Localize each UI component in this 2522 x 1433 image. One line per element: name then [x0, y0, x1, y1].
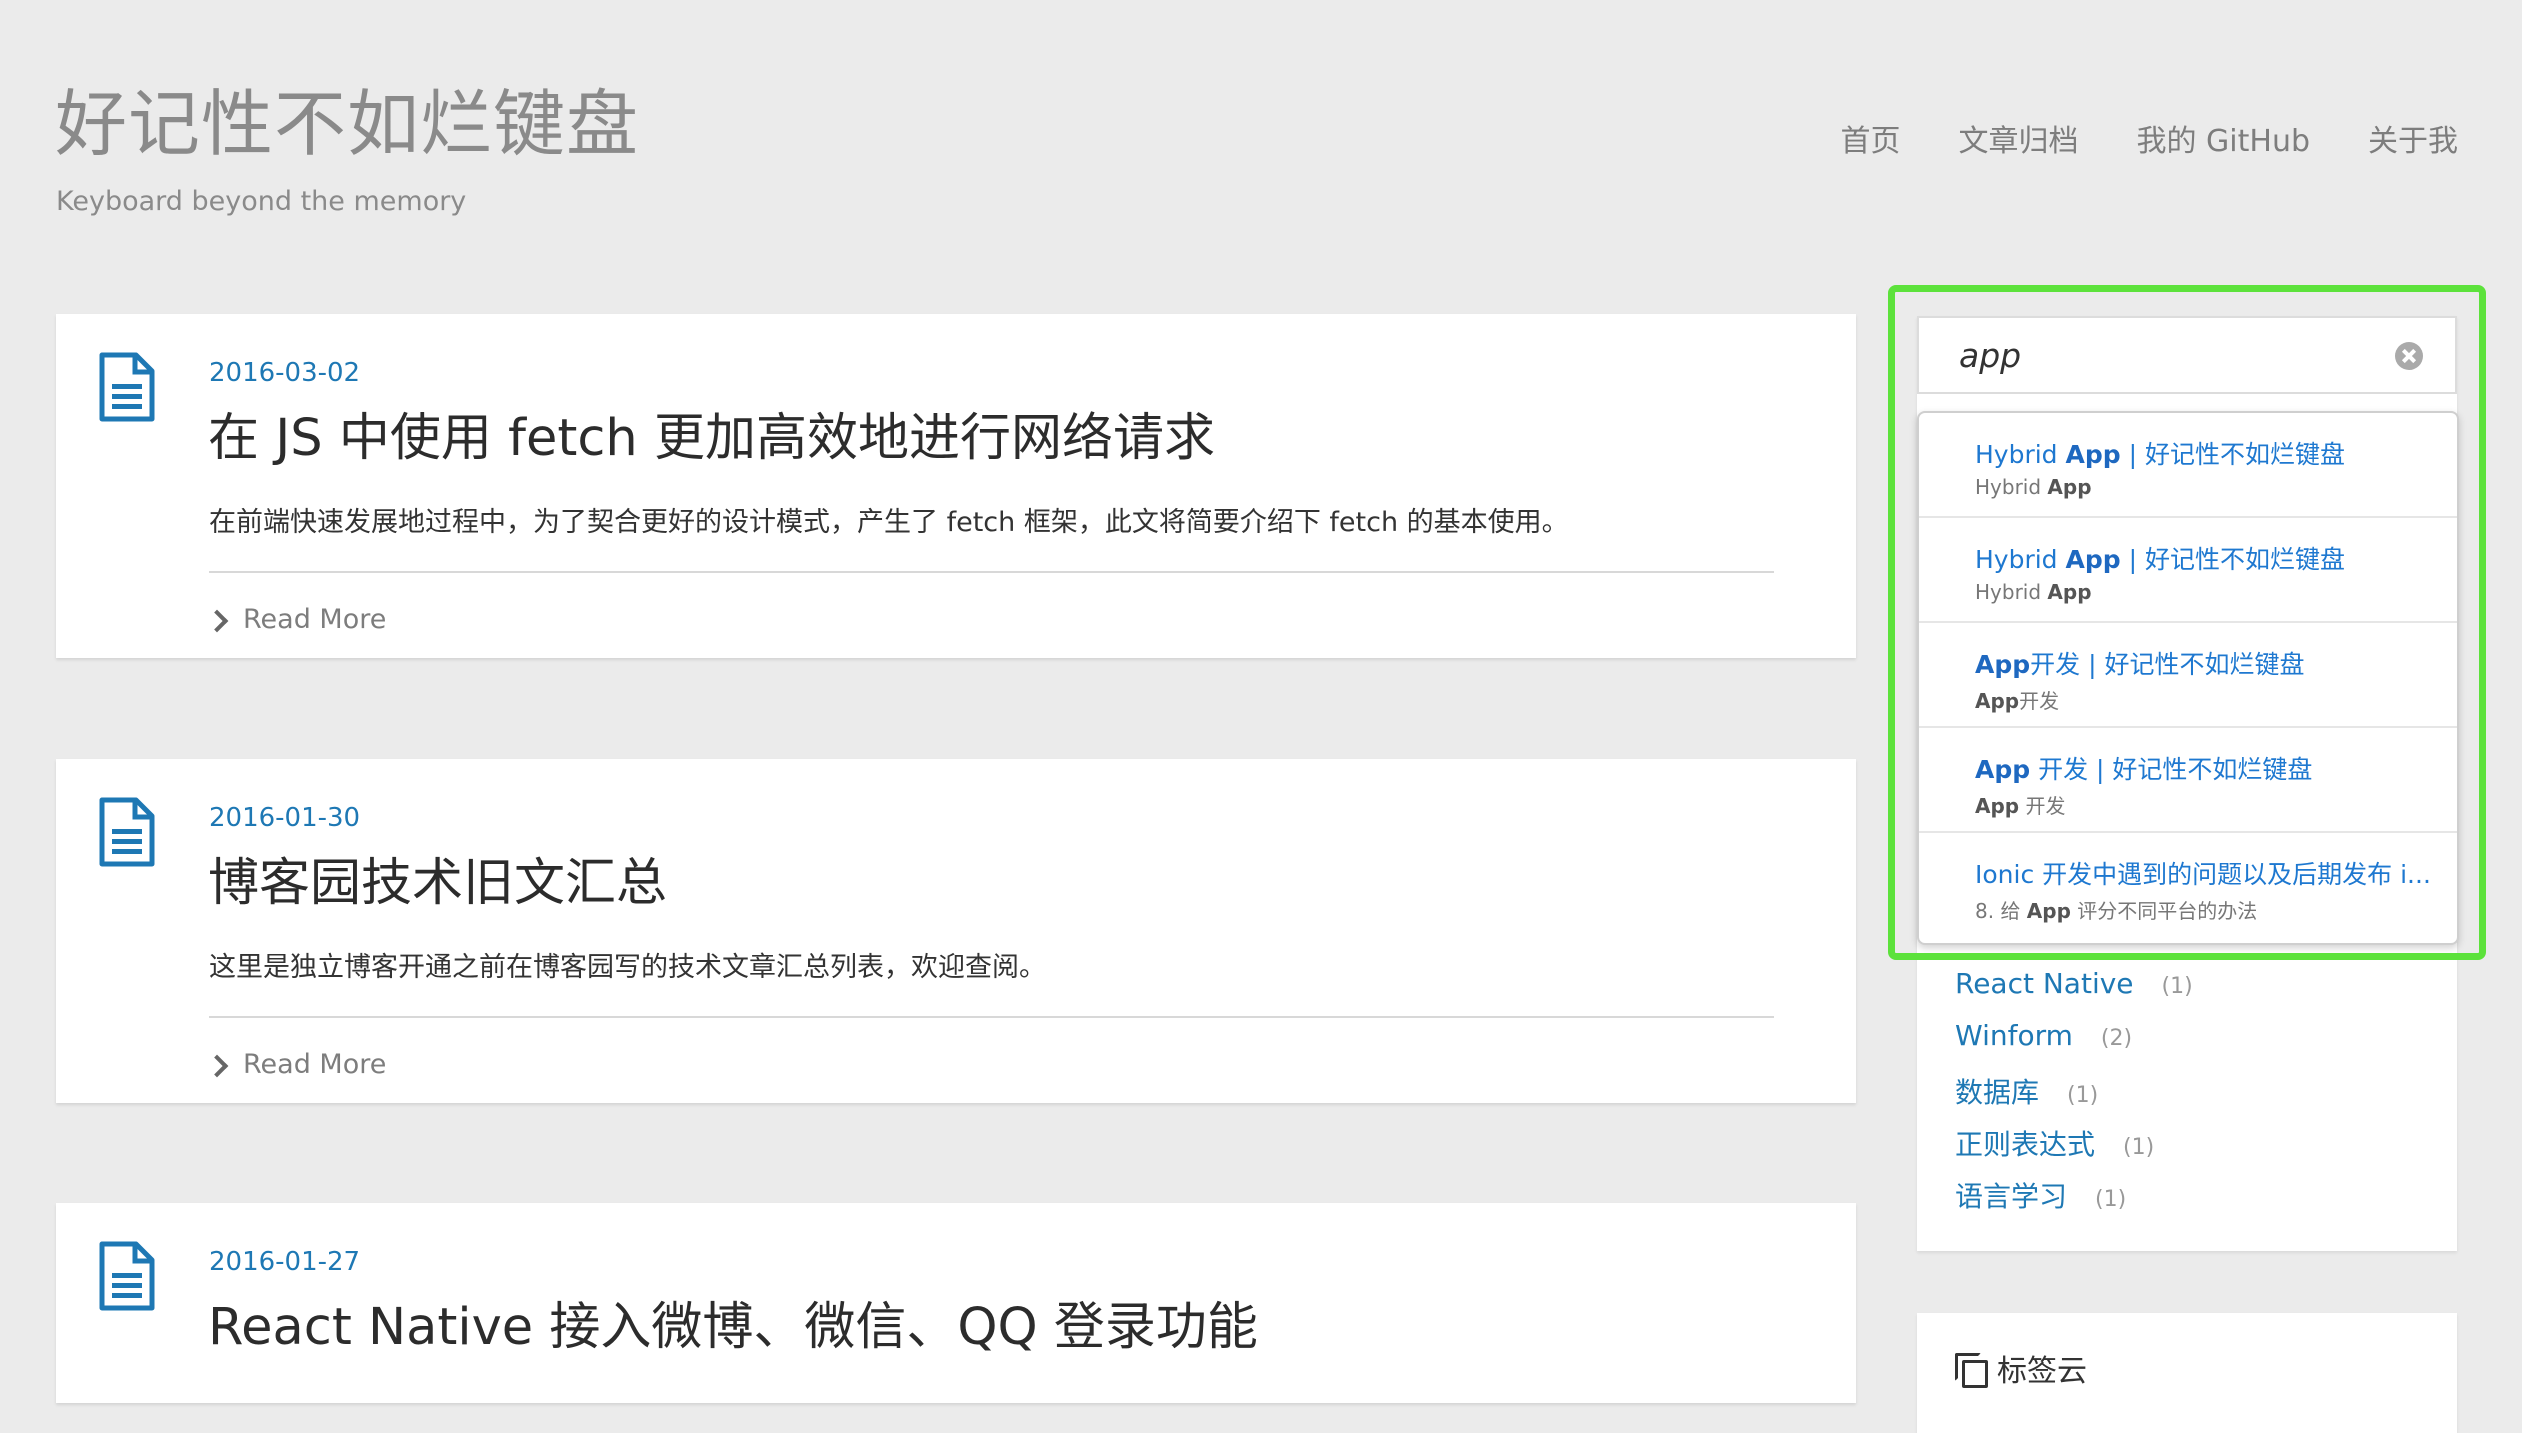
- post-excerpt: 这里是独立博客开通之前在博客园写的技术文章汇总列表，欢迎查阅。: [209, 952, 1046, 983]
- read-more-link[interactable]: Read More: [205, 1049, 387, 1080]
- read-more-label: Read More: [243, 604, 387, 635]
- post-title[interactable]: React Native 接入微博、微信、QQ 登录功能: [208, 1285, 1258, 1359]
- tag-name[interactable]: 正则表达式: [1955, 1123, 2095, 1163]
- highlight-box: [1888, 285, 2486, 960]
- read-more-link[interactable]: Read More: [205, 604, 387, 635]
- tag-item[interactable]: Winform (2): [1955, 1019, 2132, 1052]
- nav-github[interactable]: 我的 GitHub: [2137, 116, 2311, 160]
- post-card: 2016-01-27 React Native 接入微博、微信、QQ 登录功能: [56, 1203, 1856, 1403]
- document-icon: [99, 1241, 155, 1311]
- post-card: 2016-03-02 在 JS 中使用 fetch 更加高效地进行网络请求 在前…: [56, 314, 1856, 658]
- post-title[interactable]: 博客园技术旧文汇总: [208, 841, 667, 915]
- nav-home[interactable]: 首页: [1841, 116, 1901, 160]
- post-date: 2016-01-30: [209, 803, 361, 833]
- tag-count: (1): [2123, 1135, 2155, 1160]
- tag-count: (1): [2095, 1187, 2127, 1212]
- tag-name[interactable]: 语言学习: [1955, 1175, 2067, 1215]
- site-title[interactable]: 好记性不如烂键盘: [55, 88, 639, 160]
- post-date: 2016-03-02: [209, 358, 361, 388]
- tag-count: (1): [2067, 1083, 2099, 1108]
- tag-name[interactable]: React Native: [1955, 967, 2134, 1000]
- tag-item[interactable]: 正则表达式 (1): [1955, 1123, 2154, 1163]
- tag-count: (1): [2161, 974, 2193, 999]
- post-excerpt: 在前端快速发展地过程中，为了契合更好的设计模式，产生了 fetch 框架，此文将…: [209, 507, 1569, 538]
- tag-name[interactable]: Winform: [1955, 1019, 2073, 1052]
- nav-archive[interactable]: 文章归档: [1959, 116, 2079, 160]
- site-subtitle: Keyboard beyond the memory: [56, 186, 467, 217]
- tag-item[interactable]: React Native (1): [1955, 967, 2193, 1000]
- main-nav: 首页 文章归档 我的 GitHub 关于我: [1841, 116, 2459, 160]
- tag-name[interactable]: 数据库: [1955, 1071, 2039, 1111]
- post-card: 2016-01-30 博客园技术旧文汇总 这里是独立博客开通之前在博客园写的技术…: [56, 759, 1856, 1103]
- chevron-right-icon: [205, 609, 229, 632]
- tagcloud-heading: 标签云: [1955, 1346, 2087, 1390]
- post-title[interactable]: 在 JS 中使用 fetch 更加高效地进行网络请求: [208, 396, 1215, 470]
- copy-icon: [1955, 1353, 1988, 1388]
- tagcloud-title: 标签云: [1997, 1354, 2087, 1389]
- divider: [209, 1016, 1774, 1018]
- tag-count: (2): [2100, 1026, 2133, 1051]
- document-icon: [99, 352, 155, 422]
- divider: [209, 571, 1774, 573]
- chevron-right-icon: [205, 1054, 229, 1077]
- tag-item[interactable]: 数据库 (1): [1955, 1071, 2098, 1111]
- document-icon: [99, 797, 155, 867]
- nav-about[interactable]: 关于我: [2368, 116, 2458, 160]
- read-more-label: Read More: [243, 1049, 387, 1080]
- tag-item[interactable]: 语言学习 (1): [1955, 1175, 2126, 1215]
- post-date: 2016-01-27: [209, 1247, 361, 1277]
